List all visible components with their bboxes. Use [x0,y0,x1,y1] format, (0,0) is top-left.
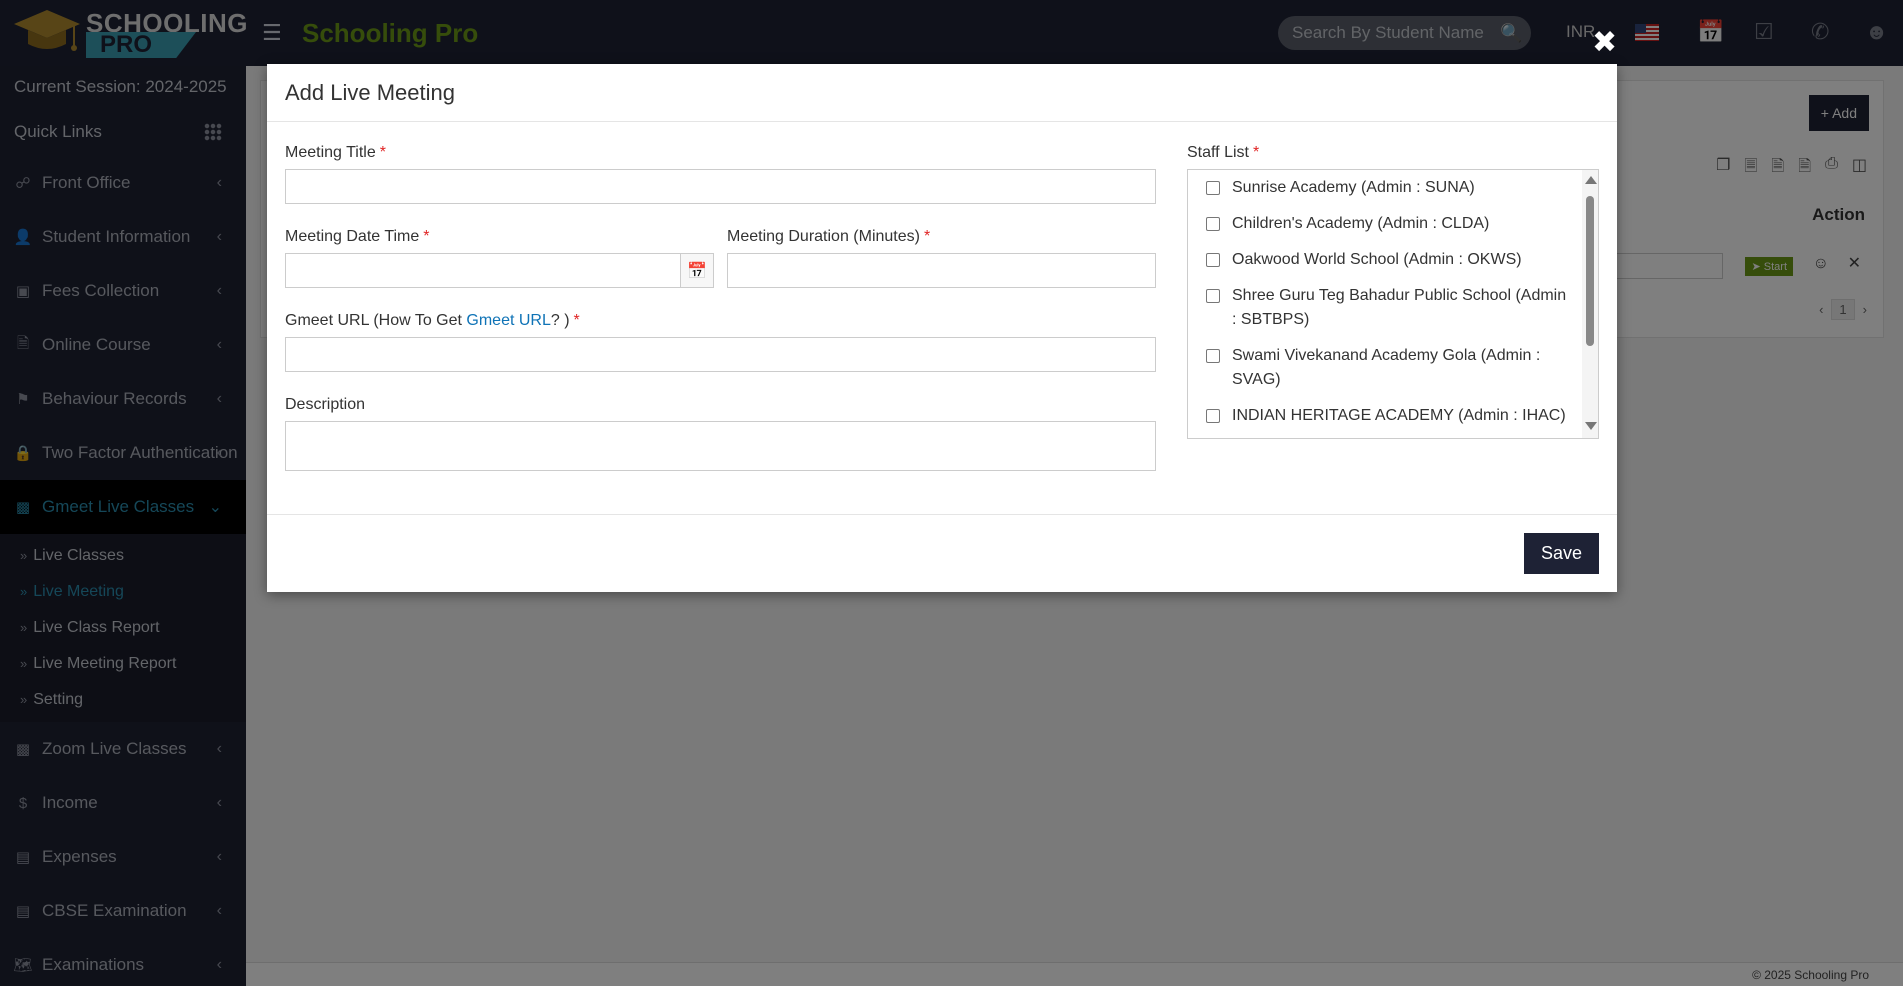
staff-list: Sunrise Academy (Admin : SUNA) Children'… [1187,169,1599,439]
modal-close-icon[interactable]: ✖ [1592,28,1617,58]
staff-name: INDIAN HERITAGE ACADEMY (Admin : IHAC) [1232,407,1566,424]
gmeet-url-input[interactable] [285,337,1156,372]
staff-item[interactable]: Oakwood World School (Admin : OKWS) [1188,242,1598,278]
staff-list-label: Staff List * [1187,144,1260,161]
staff-item[interactable]: INDIAN HERITAGE ACADEMY (Admin : IHAC) [1188,398,1598,434]
meeting-date-label: Meeting Date Time * [285,228,430,245]
scroll-thumb[interactable] [1586,196,1594,346]
gmeet-url-help-link[interactable]: Gmeet URL [466,312,550,329]
staff-item[interactable]: Swami Vivekanand Academy Gola (Admin : S… [1188,338,1598,398]
staff-item[interactable]: Sunrise Academy (Admin : SUNA) [1188,170,1598,206]
staff-checkbox[interactable] [1206,289,1220,303]
staff-item[interactable]: Shree Guru Teg Bahadur Public School (Ad… [1188,278,1598,338]
staff-checkbox[interactable] [1206,217,1220,231]
modal-title: Add Live Meeting [267,64,1617,122]
meeting-duration-input[interactable] [727,253,1156,288]
staff-name: Sunrise Academy (Admin : SUNA) [1232,179,1475,196]
description-textarea[interactable] [285,421,1156,471]
staff-checkbox[interactable] [1206,181,1220,195]
add-live-meeting-modal: Add Live Meeting Meeting Title * Meeting … [267,64,1617,592]
staff-checkbox[interactable] [1206,409,1220,423]
calendar-icon[interactable]: 📅 [681,253,714,288]
staff-item[interactable]: Children's Academy (Admin : CLDA) [1188,206,1598,242]
scroll-down-icon[interactable] [1585,422,1597,430]
gmeet-url-label: Gmeet URL (How To Get Gmeet URL? ) * [285,312,580,329]
meeting-date-input[interactable] [285,253,681,288]
staff-name: Swami Vivekanand Academy Gola (Admin : S… [1232,347,1541,388]
description-label: Description [285,396,366,413]
staff-checkbox[interactable] [1206,349,1220,363]
save-button[interactable]: Save [1523,533,1599,574]
meeting-title-input[interactable] [285,169,1156,204]
modal-body: Meeting Title * Meeting Date Time * 📅 Meet… [267,122,1617,514]
staff-name: Oakwood World School (Admin : OKWS) [1232,251,1522,268]
staff-name: Shree Guru Teg Bahadur Public School (Ad… [1232,287,1567,328]
staff-name: Children's Academy (Admin : CLDA) [1232,215,1490,232]
scroll-up-icon[interactable] [1585,176,1597,184]
staff-checkbox[interactable] [1206,253,1220,267]
staff-list-scrollbar[interactable] [1582,170,1598,438]
meeting-duration-label: Meeting Duration (Minutes) * [727,228,931,245]
meeting-title-label: Meeting Title * [285,144,386,161]
modal-footer: Save [267,514,1617,592]
